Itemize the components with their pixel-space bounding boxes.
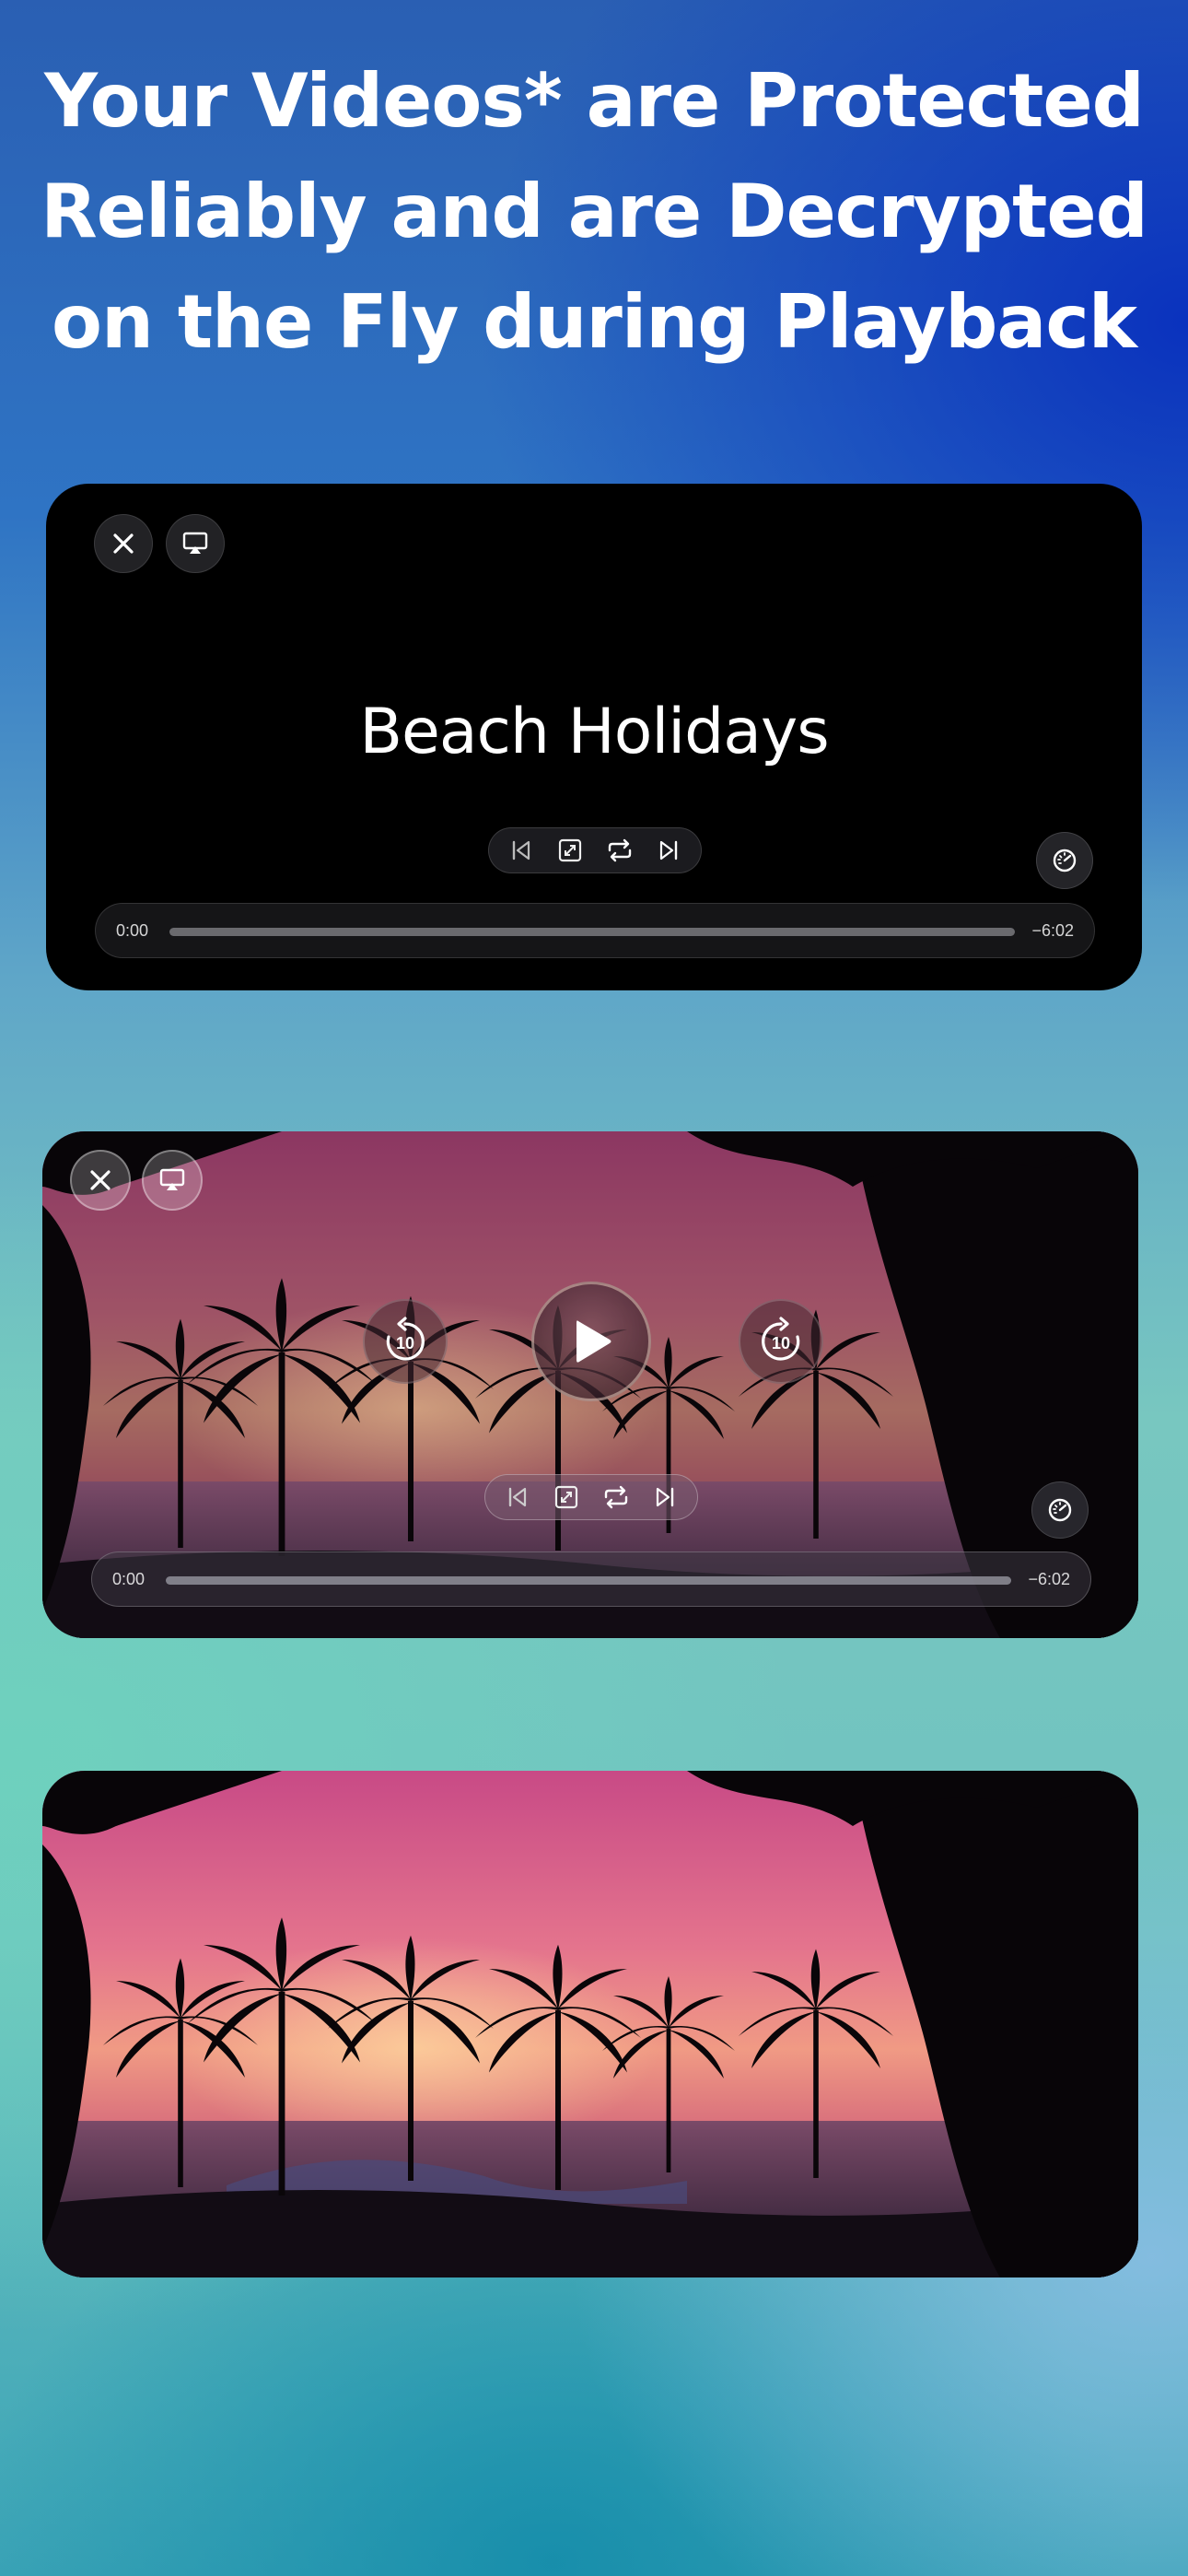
close-icon	[90, 1170, 111, 1190]
speedometer-icon	[1053, 849, 1077, 872]
airplay-icon	[159, 1168, 185, 1190]
repeat-icon	[608, 838, 631, 862]
close-button[interactable]	[94, 514, 153, 573]
forward-10-button[interactable]: 10	[739, 1299, 823, 1384]
video-title: Beach Holidays	[359, 696, 829, 768]
forward-10-icon: 10	[762, 1317, 800, 1361]
expand-button[interactable]	[552, 832, 588, 869]
airplay-button[interactable]	[142, 1150, 203, 1211]
expand-icon	[559, 838, 582, 862]
headline-line-3: on the Fly during Playback	[52, 279, 1137, 365]
video-player-loading[interactable]: Beach Holidays 0:00 −6:02	[46, 484, 1142, 990]
next-button[interactable]	[650, 832, 687, 869]
expand-button[interactable]	[548, 1479, 585, 1516]
close-button[interactable]	[70, 1150, 131, 1211]
skip-next-icon	[657, 1487, 674, 1507]
skip-previous-icon	[508, 1487, 526, 1507]
expand-icon	[555, 1485, 578, 1509]
next-button[interactable]	[646, 1479, 683, 1516]
previous-button[interactable]	[499, 1479, 536, 1516]
headline-line-1: Your Videos* are Protected	[44, 58, 1145, 144]
playback-controls	[484, 1474, 698, 1520]
progress-track[interactable]	[166, 1576, 1011, 1585]
previous-button[interactable]	[503, 832, 540, 869]
video-player-paused[interactable]: 10 10 0:00 −6:02	[42, 1131, 1138, 1638]
video-player-playing[interactable]	[42, 1771, 1138, 2277]
close-icon	[113, 533, 134, 554]
play-icon	[577, 1320, 611, 1363]
repeat-button[interactable]	[598, 1479, 635, 1516]
playback-controls	[488, 827, 702, 873]
repeat-icon	[604, 1485, 627, 1509]
skip-previous-icon	[512, 840, 530, 861]
time-elapsed: 0:00	[112, 1570, 146, 1588]
playback-speed-button[interactable]	[1036, 832, 1093, 889]
airplay-icon	[182, 532, 208, 554]
airplay-button[interactable]	[166, 514, 225, 573]
rewind-10-icon: 10	[386, 1317, 425, 1361]
skip-next-icon	[660, 840, 678, 861]
timeline-scrubber[interactable]: 0:00 −6:02	[95, 903, 1095, 958]
rewind-10-button[interactable]: 10	[363, 1299, 448, 1384]
progress-track[interactable]	[169, 928, 1015, 936]
headline-line-2: Reliably and are Decrypted	[41, 169, 1148, 254]
play-button[interactable]	[531, 1282, 651, 1401]
time-remaining: −6:02	[1031, 921, 1074, 940]
time-remaining: −6:02	[1028, 1570, 1070, 1588]
headline: Your Videos* are Protected Reliably and …	[0, 46, 1188, 378]
time-elapsed: 0:00	[116, 921, 149, 940]
speedometer-icon	[1048, 1498, 1072, 1522]
beach-sunset-frame	[42, 1771, 1138, 2277]
repeat-button[interactable]	[601, 832, 638, 869]
forward-10-label: 10	[772, 1334, 790, 1352]
timeline-scrubber[interactable]: 0:00 −6:02	[91, 1551, 1091, 1607]
rewind-10-label: 10	[396, 1334, 414, 1352]
playback-speed-button[interactable]	[1031, 1481, 1089, 1539]
